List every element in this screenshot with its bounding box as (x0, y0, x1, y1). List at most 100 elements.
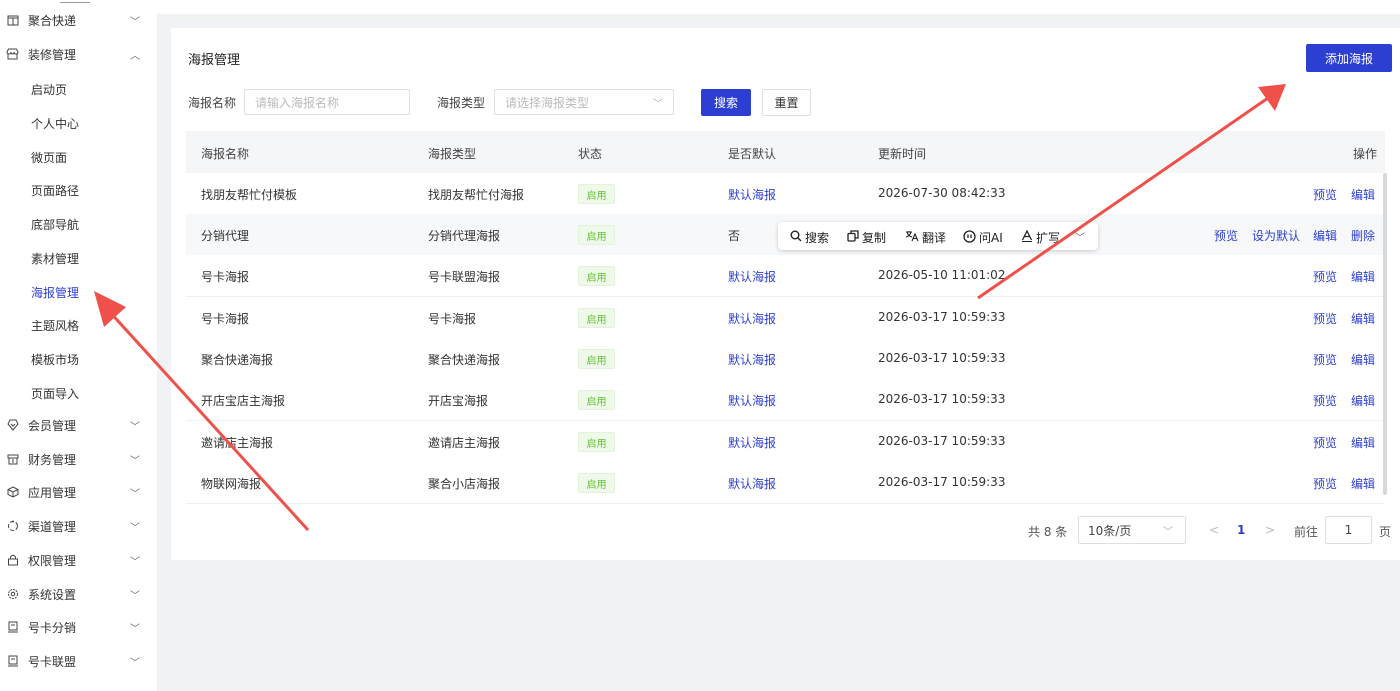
prev-page-icon[interactable]: < (1209, 523, 1219, 537)
preview-link[interactable]: 预览 (1313, 475, 1337, 492)
toolbar-ask-ai-label: 问AI (979, 231, 1003, 245)
sidebar-item-label: 系统设置 (28, 587, 77, 602)
cell-updated: 2026-03-17 10:59:33 (878, 475, 1006, 489)
add-poster-button[interactable]: 添加海报 (1306, 44, 1392, 72)
sidebar-item-sim-alliance[interactable]: 号卡联盟 ﹀ (0, 644, 157, 678)
table-row: 号卡海报 号卡海报 启用 默认海报 2026-03-17 10:59:33 预览… (186, 297, 1385, 339)
sidebar-item-finance[interactable]: 财务管理 ﹀ (0, 442, 157, 476)
sidebar-item-members[interactable]: 会员管理 ﹀ (0, 408, 157, 442)
poster-name-label: 海报名称 (188, 96, 237, 110)
edit-link[interactable]: 编辑 (1351, 392, 1375, 409)
goto-page-input[interactable]: 1 (1325, 516, 1372, 544)
chevron-down-icon: ﹀ (130, 556, 140, 568)
sidebar: 聚合快递 ﹀ 装修管理 ︿ 启动页 个人中心 微页面 页面路径 底部导航 素材管… (0, 0, 157, 691)
cell-type: 号卡联盟海报 (428, 270, 501, 284)
sidebar-item-apps[interactable]: 应用管理 ﹀ (0, 475, 157, 509)
heart-shield-icon (6, 419, 19, 432)
edit-link[interactable]: 编辑 (1313, 227, 1337, 244)
poster-management-card: 海报管理 添加海报 海报名称 请输入海报名称 海报类型 请选择海报类型 ﹀ 搜索… (171, 28, 1400, 560)
status-badge: 启用 (578, 349, 615, 369)
sidebar-item-label: 渠道管理 (28, 519, 77, 534)
poster-name-placeholder: 请输入海报名称 (255, 95, 340, 110)
sidebar-subitem-assets[interactable]: 素材管理 (31, 250, 79, 267)
table-row: 邀请店主海报 邀请店主海报 启用 默认海报 2026-03-17 10:59:3… (186, 421, 1385, 463)
sidebar-subitem-template-market[interactable]: 模板市场 (31, 351, 79, 368)
toolbar-expand-write[interactable]: 扩写 (1021, 229, 1060, 246)
chevron-down-icon: ﹀ (1163, 526, 1173, 538)
sidebar-item-label: 聚合快递 (28, 13, 77, 28)
search-icon (790, 230, 802, 245)
preview-link[interactable]: 预览 (1313, 351, 1337, 368)
preview-link[interactable]: 预览 (1313, 310, 1337, 327)
status-badge: 启用 (578, 473, 615, 493)
sidebar-item-label: 权限管理 (28, 553, 77, 568)
preview-link[interactable]: 预览 (1313, 186, 1337, 203)
sidebar-subitem-profile[interactable]: 个人中心 (31, 115, 79, 132)
toolbar-more-chevron-icon[interactable]: ﹀ (1075, 229, 1085, 244)
preview-link[interactable]: 预览 (1214, 227, 1238, 244)
table-row: 开店宝店主海报 开店宝海报 启用 默认海报 2026-03-17 10:59:3… (186, 379, 1385, 421)
cell-default: 默认海报 (728, 394, 777, 408)
table-row: 聚合快递海报 聚合快递海报 启用 默认海报 2026-03-17 10:59:3… (186, 338, 1385, 380)
preview-link[interactable]: 预览 (1313, 434, 1337, 451)
sidebar-subitem-page-path[interactable]: 页面路径 (31, 182, 79, 199)
status-badge: 启用 (578, 432, 615, 452)
cell-name: 聚合快递海报 (201, 353, 274, 367)
edit-link[interactable]: 编辑 (1351, 268, 1375, 285)
cell-default: 否 (728, 229, 741, 243)
chevron-down-icon: ﹀ (130, 590, 140, 602)
cell-name: 邀请店主海报 (201, 436, 274, 450)
current-page-number[interactable]: 1 (1237, 523, 1245, 537)
cube-icon (6, 486, 19, 499)
cell-default: 默认海报 (728, 188, 777, 202)
chevron-down-icon: ﹀ (130, 623, 140, 635)
chevron-down-icon: ﹀ (130, 488, 140, 500)
cell-updated: 2026-03-17 10:59:33 (878, 392, 1006, 406)
set-default-link[interactable]: 设为默认 (1252, 227, 1300, 244)
gear-icon (6, 588, 19, 601)
top-header (157, 0, 1400, 14)
sidebar-item-channels[interactable]: 渠道管理 ﹀ (0, 509, 157, 543)
preview-link[interactable]: 预览 (1313, 392, 1337, 409)
poster-type-select[interactable]: 请选择海报类型 ﹀ (494, 89, 674, 115)
sidebar-item-decor[interactable]: 装修管理 ︿ (0, 37, 157, 71)
sidebar-subitem-launch[interactable]: 启动页 (31, 81, 67, 98)
edit-link[interactable]: 编辑 (1351, 475, 1375, 492)
sidebar-item-permissions[interactable]: 权限管理 ﹀ (0, 543, 157, 577)
pagination-total: 共 8 条 (1028, 525, 1068, 539)
sidebar-item-sim-distribution[interactable]: 号卡分销 ﹀ (0, 610, 157, 644)
status-badge: 启用 (578, 308, 615, 328)
chevron-up-icon: ︿ (130, 50, 140, 62)
edit-link[interactable]: 编辑 (1351, 434, 1375, 451)
page-size-select[interactable]: 10条/页 ﹀ (1078, 516, 1186, 544)
chevron-down-icon: ﹀ (130, 421, 140, 433)
toolbar-ask-ai[interactable]: 问AI (963, 229, 1003, 246)
sidebar-subitem-page-import[interactable]: 页面导入 (31, 385, 79, 402)
edit-link[interactable]: 编辑 (1351, 351, 1375, 368)
poster-name-input[interactable]: 请输入海报名称 (244, 89, 410, 115)
reset-button[interactable]: 重置 (762, 89, 811, 116)
preview-link[interactable]: 预览 (1313, 268, 1337, 285)
search-button[interactable]: 搜索 (701, 89, 751, 116)
edit-link[interactable]: 编辑 (1351, 186, 1375, 203)
cell-default: 默认海报 (728, 436, 777, 450)
sidebar-subitem-theme[interactable]: 主题风格 (31, 317, 79, 334)
sidebar-subitem-bottom-nav[interactable]: 底部导航 (31, 216, 79, 233)
page-unit-label: 页 (1379, 525, 1392, 539)
sidebar-subitem-posters[interactable]: 海报管理 (31, 284, 79, 301)
sidebar-item-express[interactable]: 聚合快递 ﹀ (0, 3, 157, 37)
sidebar-item-settings[interactable]: 系统设置 ﹀ (0, 577, 157, 611)
table-scrollbar[interactable] (1383, 173, 1387, 495)
toolbar-search[interactable]: 搜索 (790, 229, 829, 246)
goto-page-value: 1 (1344, 523, 1353, 537)
column-header-name: 海报名称 (201, 147, 250, 161)
cell-updated: 2026-03-17 10:59:33 (878, 434, 1006, 448)
edit-link[interactable]: 编辑 (1351, 310, 1375, 327)
toolbar-search-label: 搜索 (805, 231, 830, 245)
toolbar-copy[interactable]: 复制 (847, 229, 886, 246)
next-page-icon[interactable]: > (1265, 523, 1275, 537)
sim-card-icon (6, 621, 19, 634)
toolbar-translate[interactable]: 翻译 (905, 229, 946, 246)
delete-link[interactable]: 删除 (1351, 227, 1375, 244)
sidebar-subitem-micropage[interactable]: 微页面 (31, 149, 67, 166)
